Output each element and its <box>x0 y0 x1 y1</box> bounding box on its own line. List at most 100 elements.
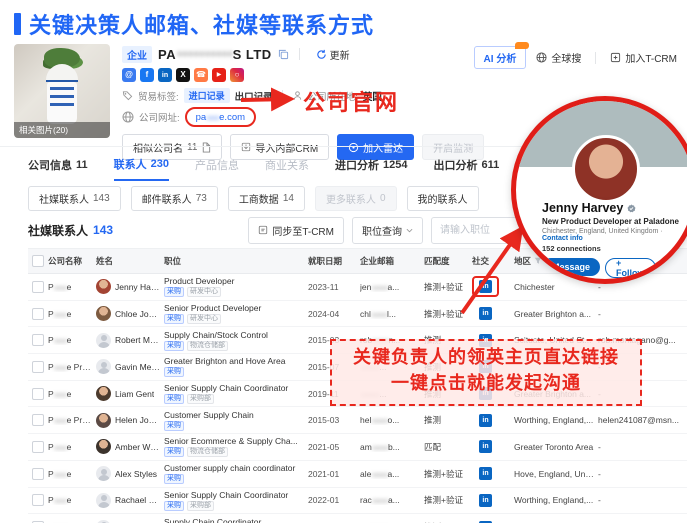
row-checkbox[interactable] <box>32 468 44 480</box>
region-cell: Worthing, England,... <box>514 415 598 425</box>
global-search-button[interactable]: 全球搜 <box>536 50 581 65</box>
name-cell[interactable]: Alex Styles <box>96 466 164 481</box>
title-cell: Senior Product Developer 采购研发中心 <box>164 303 308 324</box>
subtab-registry-data[interactable]: 工商数据14 <box>228 186 305 211</box>
email-cell: am●●●●●b... <box>360 442 424 452</box>
row-checkbox[interactable] <box>32 308 44 320</box>
avatar <box>96 359 111 374</box>
profile-connections[interactable]: 152 connections <box>542 244 680 253</box>
row-checkbox[interactable] <box>32 281 44 293</box>
related-images-caption[interactable]: 相关图片(20) <box>14 122 110 138</box>
name-cell[interactable]: Robert Monta... <box>96 333 164 348</box>
email-cell: hel●●●●●o... <box>360 415 424 425</box>
table-row[interactable]: P●●●●e Chloe Jones Senior Product Develo… <box>28 301 687 328</box>
company-cell: P●●●●e <box>48 335 96 345</box>
job-title: Senior Ecommerce & Supply Cha... <box>164 436 304 446</box>
social-cell: in <box>472 490 514 511</box>
subtab-more-contacts[interactable]: 更多联系人0 <box>315 186 397 211</box>
dept-tag: 物流仓储部 <box>187 447 228 457</box>
sync-tcrm-button[interactable]: 同步至T-CRM <box>248 217 344 244</box>
company-cell: P●●●●e <box>48 495 96 505</box>
site-icon[interactable]: @ <box>122 68 136 82</box>
page-title-row: 关键决策人邮箱、社媒等联系方式 <box>14 8 374 40</box>
linkedin-icon[interactable]: in <box>479 307 492 320</box>
col-company: 公司名称 <box>48 255 96 267</box>
job-title-dropdown[interactable]: 职位查询 <box>352 217 423 244</box>
facebook-icon[interactable]: f <box>140 68 154 82</box>
extra-email-cell: - <box>598 495 687 505</box>
name-cell[interactable]: Jenny Harvey <box>96 279 164 294</box>
subtab-social-contacts[interactable]: 社媒联系人143 <box>28 186 121 211</box>
title-tags: 采购物流仓储部 <box>164 341 304 351</box>
social-cell-wrap: in <box>472 463 499 484</box>
extra-email-cell: - <box>598 469 687 479</box>
youtube-icon[interactable]: ▶ <box>212 68 226 82</box>
avatar <box>96 466 111 481</box>
table-row[interactable]: P●●●●e Amber Whitty Senior Ecommerce & S… <box>28 434 687 461</box>
divider <box>595 52 596 64</box>
linkedin-icon[interactable]: in <box>158 68 172 82</box>
join-tcrm-button[interactable]: 加入T-CRM <box>610 50 677 65</box>
table-row[interactable]: P●●●●e Lydia Colasurdo Supply Chain Coor… <box>28 514 687 523</box>
linkedin-icon[interactable]: in <box>479 414 492 427</box>
subtab-email-contacts[interactable]: 邮件联系人73 <box>131 186 218 211</box>
avatar <box>96 413 111 428</box>
export-record-tag[interactable]: 出口记录 <box>235 89 273 103</box>
website-link[interactable]: pa●●●●e.com <box>196 112 245 123</box>
row-checkbox[interactable] <box>32 334 44 346</box>
name-cell[interactable]: Chloe Jones <box>96 306 164 321</box>
name-cell[interactable]: Helen Johnstone <box>96 413 164 428</box>
trade-tag-icon <box>122 90 133 101</box>
col-social: 社交 <box>472 255 514 267</box>
note-line-2: 一键点击就能发起沟通 <box>332 370 640 396</box>
tab-business-relations[interactable]: 商业关系 <box>265 150 309 180</box>
name-cell[interactable]: Lydia Colasurdo <box>96 520 164 523</box>
tab-products[interactable]: 产品信息 <box>195 150 239 180</box>
row-checkbox[interactable] <box>32 388 44 400</box>
contact-info-link[interactable]: Contact info <box>542 235 583 242</box>
email-cell: jen●●●●●a... <box>360 282 424 292</box>
tab-company-info[interactable]: 公司信息11 <box>28 150 88 180</box>
linkedin-icon[interactable]: in <box>479 467 492 480</box>
email-cell: ale●●●●●a... <box>360 469 424 479</box>
name-cell[interactable]: Rachael Kelly <box>96 493 164 508</box>
role-tag: 采购 <box>164 287 184 297</box>
name-cell[interactable]: Gavin Meeks <box>96 359 164 374</box>
name-cell[interactable]: Liam Gent <box>96 386 164 401</box>
x-icon[interactable]: X <box>176 68 190 82</box>
email-cell: rac●●●●●a... <box>360 495 424 505</box>
row-checkbox[interactable] <box>32 441 44 453</box>
instagram-icon[interactable]: ○ <box>230 68 244 82</box>
import-record-tag[interactable]: 进口记录 <box>184 88 230 103</box>
table-row[interactable]: P●●●●e Alex Styles Customer supply chain… <box>28 461 687 488</box>
role-tag: 采购 <box>164 501 184 511</box>
role-tag: 采购 <box>164 421 184 431</box>
linkedin-icon[interactable]: in <box>479 280 492 293</box>
tab-contacts[interactable]: 联系人230 <box>114 149 169 181</box>
globe-icon <box>536 52 547 63</box>
table-row[interactable]: P●●●●e Produc... Helen Johnstone Custome… <box>28 407 687 434</box>
company-name: PA ●●●●●●●●●● S LTD <box>158 47 272 62</box>
refresh-button[interactable]: 更新 <box>316 47 350 62</box>
tab-import-analysis[interactable]: 进口分析1254 <box>335 150 407 180</box>
tab-export-analysis[interactable]: 出口分析611 <box>433 150 499 180</box>
select-all-checkbox[interactable] <box>32 255 44 267</box>
contact-subtabs: 社媒联系人143 邮件联系人73 工商数据14 更多联系人0 我的联系人 <box>28 186 479 211</box>
row-checkbox[interactable] <box>32 494 44 506</box>
linkedin-icon[interactable]: in <box>479 494 492 507</box>
company-photo[interactable]: 相关图片(20) <box>14 44 110 138</box>
subtab-my-contacts[interactable]: 我的联系人 <box>407 186 479 211</box>
col-company-email: 企业邮箱 <box>360 255 424 267</box>
copy-icon[interactable] <box>278 49 289 60</box>
row-checkbox[interactable] <box>32 361 44 373</box>
linkedin-icon[interactable]: in <box>479 440 492 453</box>
table-row[interactable]: P●●●●e Rachael Kelly Senior Supply Chain… <box>28 488 687 515</box>
extra-email-cell: helen241087@msn... <box>598 415 687 425</box>
job-title: Product Developer <box>164 276 304 286</box>
name-cell[interactable]: Amber Whitty <box>96 439 164 454</box>
title-tags: 采购 <box>164 421 304 431</box>
phone-icon[interactable]: ☎ <box>194 68 208 82</box>
row-checkbox[interactable] <box>32 414 44 426</box>
ai-analysis-button[interactable]: AI 分析 <box>474 46 527 69</box>
role-tag: 采购 <box>164 474 184 484</box>
